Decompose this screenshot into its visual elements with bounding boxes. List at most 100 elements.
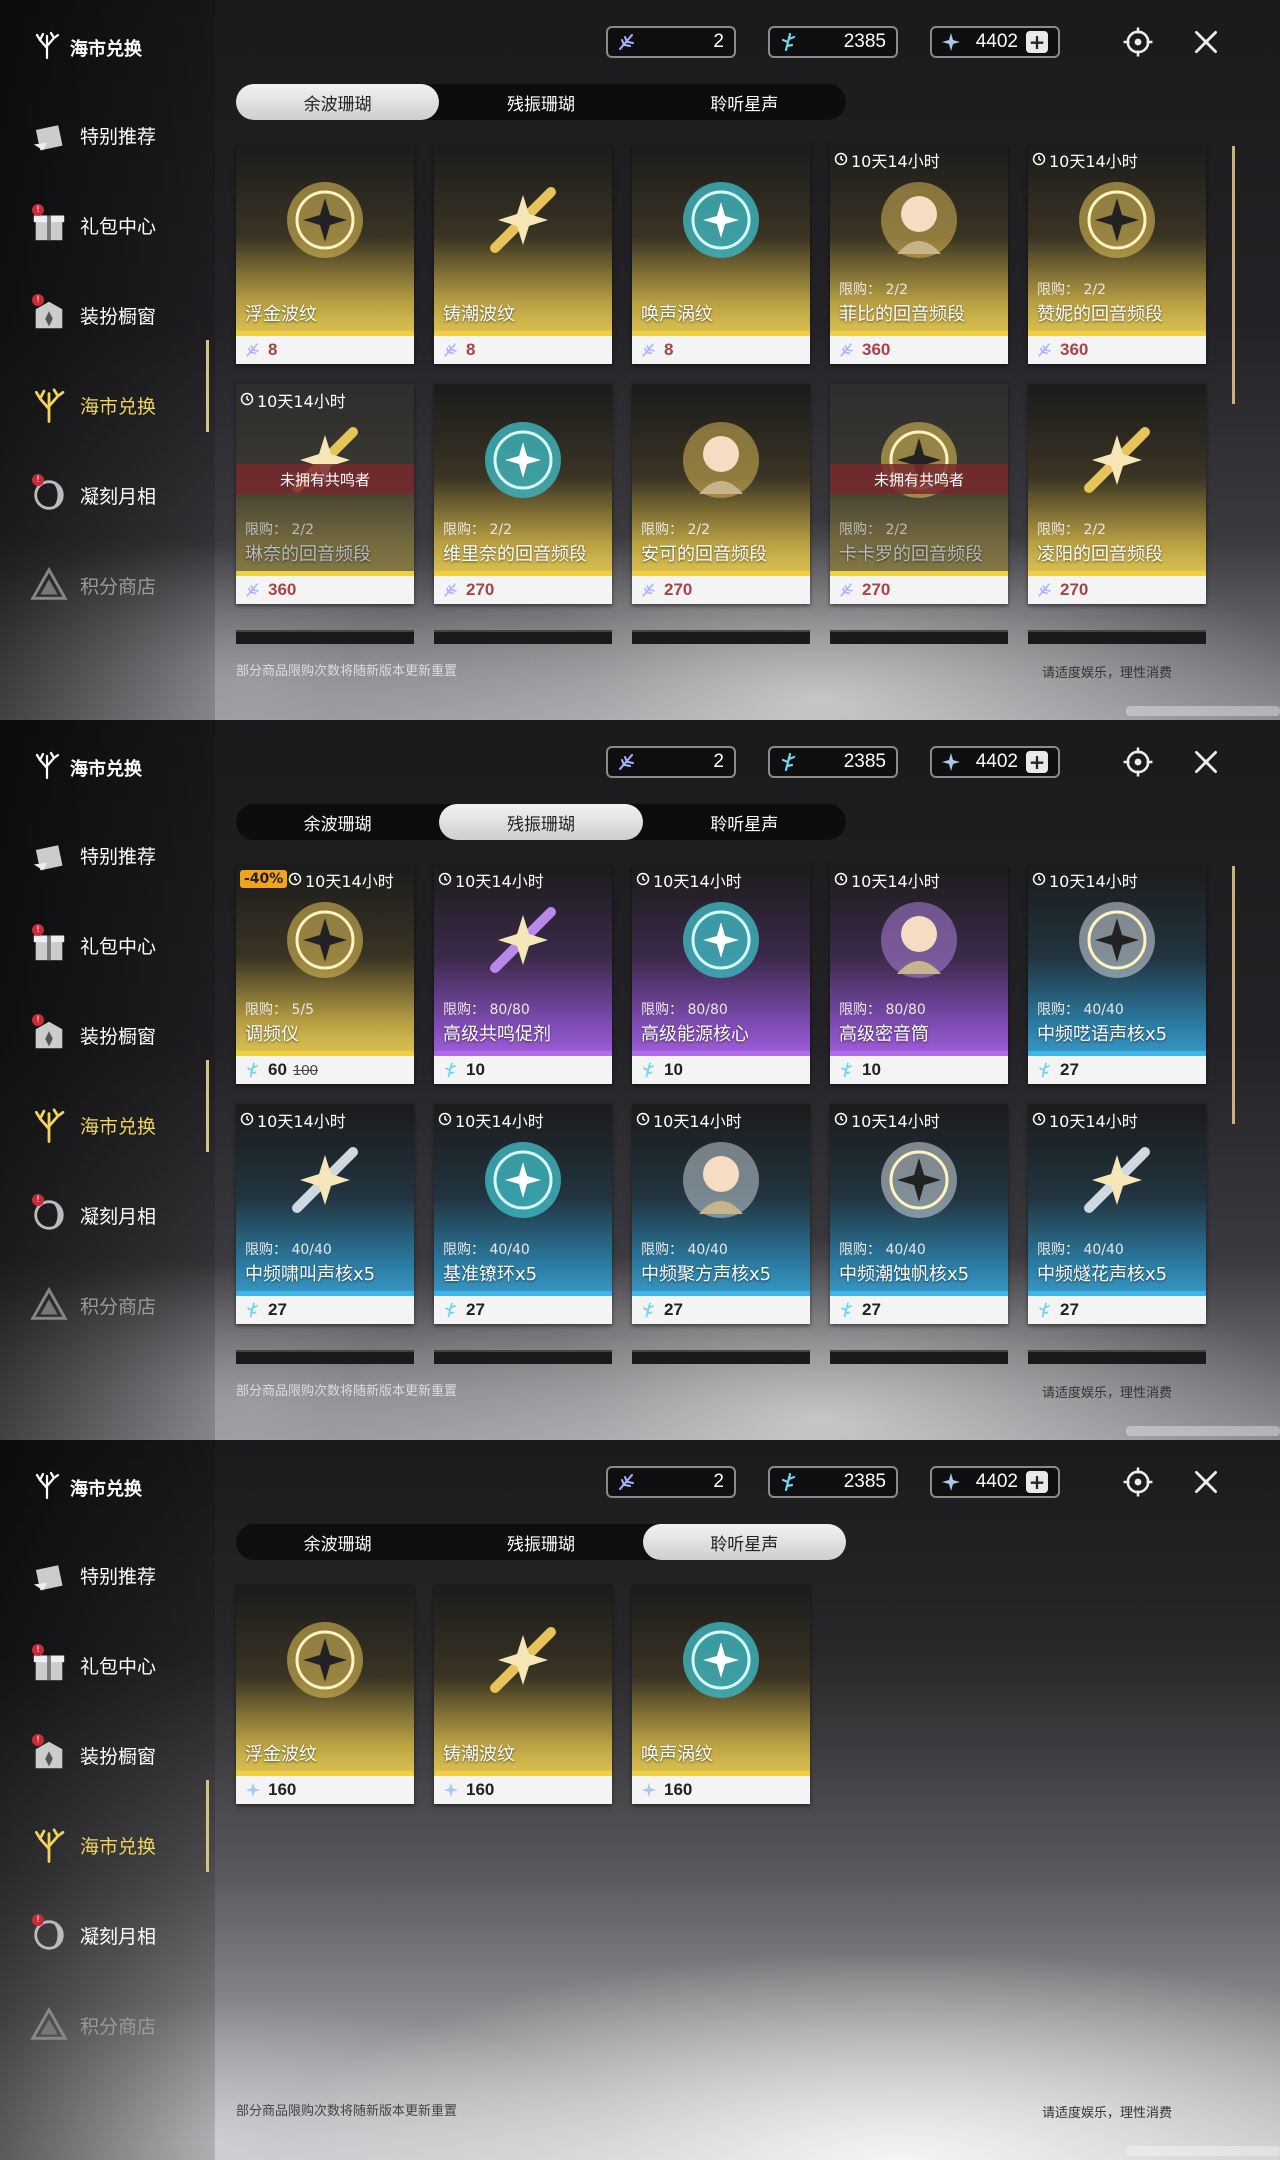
purchase-limit: 限购： 40/40 [641,1242,728,1258]
clock-icon [240,391,254,410]
tab[interactable]: 聆听星声 [643,804,846,840]
sidebar-item-label: 海市兑换 [80,395,157,418]
sidebar-item[interactable]: ! 礼包中心 [28,900,208,990]
sidebar-item[interactable]: 特别推荐 [28,810,208,900]
shop-item-card[interactable]: 限购： 2/2 安可的回音频段 270 [632,384,810,604]
sidebar-item[interactable]: 积分商店 [28,540,208,630]
item-name: 中频潮蚀帆核x5 [839,1264,970,1285]
tab[interactable]: 残振珊瑚 [439,84,642,120]
tab[interactable]: 聆听星声 [642,1524,846,1560]
item-grid: 浮金波纹 160 铸潮波纹 160 唤声涡纹 160 [236,1584,1216,1804]
locate-settings-icon[interactable] [1118,1462,1158,1502]
clock-icon [240,1111,254,1130]
shop-item-card[interactable]: 唤声涡纹 8 [632,144,810,364]
clock-icon [636,871,650,890]
item-name: 卡卡罗的回音频段 [839,544,983,565]
price-value: 270 [1060,580,1089,599]
item-image [671,410,771,510]
timer-text: 10天14小时 [455,872,544,891]
sidebar-item[interactable]: ! 装扮橱窗 [28,1710,208,1800]
close-icon[interactable] [1186,22,1226,62]
shop-item-card[interactable]: 10天14小时 限购： 40/40 中频聚方声核x5 27 [632,1104,810,1324]
tab[interactable]: 残振珊瑚 [439,804,643,840]
sidebar-item[interactable]: 积分商店 [28,1980,208,2070]
item-image [671,1610,771,1710]
shop-item-card[interactable]: 铸潮波纹 8 [434,144,612,364]
purchase-limit: 限购： 80/80 [641,1002,728,1018]
tab[interactable]: 余波珊瑚 [236,84,440,120]
shop-item-card[interactable]: 10天14小时 限购： 2/2 菲比的回音频段 360 [830,144,1008,364]
shop-item-card[interactable]: 10天14小时 未拥有共鸣者 限购： 2/2 琳奈的回音频段 360 [236,384,414,604]
gift-hand-icon [28,114,70,156]
timer-text: 10天14小时 [1049,1112,1138,1131]
sidebar-item[interactable]: 特别推荐 [28,1530,208,1620]
shop-item-card[interactable]: 10天14小时 限购： 40/40 中频呓语声核x5 27 [1028,864,1206,1084]
locate-settings-icon[interactable] [1118,22,1158,62]
price-value: 160 [268,1780,297,1799]
shop-item-card[interactable]: -40% 10天14小时 限购： 5/5 调频仪 60 100 [236,864,414,1084]
coral-feather-icon [244,341,262,359]
shop-panel: 海市兑换 2 2385 4402 + 特别推荐! 礼包中心! 装扮橱窗 海市兑换! 凝刻月相 积分商… [0,1440,1280,2160]
item-price: 360 [1028,336,1206,364]
shop-item-card[interactable]: 10天14小时 限购： 2/2 赞妮的回音频段 360 [1028,144,1206,364]
tab[interactable]: 残振珊瑚 [439,1524,642,1560]
tab[interactable]: 聆听星声 [643,84,846,120]
shop-item-card[interactable]: 10天14小时 限购： 40/40 基准镣环x5 27 [434,1104,612,1324]
tab[interactable]: 余波珊瑚 [236,804,439,840]
sidebar-item[interactable]: ! 装扮橱窗 [28,990,208,1080]
add-currency-button[interactable]: + [1026,31,1048,53]
coral-blue-icon [778,1471,800,1493]
sidebar-item[interactable]: ! 装扮橱窗 [28,270,208,360]
shop-item-card[interactable]: 10天14小时 限购： 80/80 高级密音筒 10 [830,864,1008,1084]
shop-item-card[interactable]: 浮金波纹 8 [236,144,414,364]
currency-display: 2 [606,746,736,778]
shop-item-card[interactable]: 限购： 2/2 凌阳的回音频段 270 [1028,384,1206,604]
timer: 10天14小时 [1032,868,1138,892]
timer: 10天14小时 [438,868,544,892]
shop-item-card[interactable]: 10天14小时 限购： 80/80 高级共鸣促剂 10 [434,864,612,1084]
sidebar-item-label: 装扮橱窗 [80,1025,157,1048]
sidebar-item[interactable]: 海市兑换 [28,1800,208,1890]
clock-icon [438,871,452,890]
coral-feather-icon [616,751,638,773]
sidebar-item-label: 礼包中心 [80,935,157,958]
shop-item-card[interactable]: 10天14小时 限购： 80/80 高级能源核心 10 [632,864,810,1084]
item-price: 8 [434,336,612,364]
add-currency-button[interactable]: + [1026,1471,1048,1493]
shop-item-card[interactable]: 唤声涡纹 160 [632,1584,810,1804]
shop-item-card[interactable]: 未拥有共鸣者 限购： 2/2 卡卡罗的回音频段 270 [830,384,1008,604]
currency-value: 2385 [843,751,886,772]
scrollbar[interactable] [1232,146,1235,404]
item-price: 8 [632,336,810,364]
timer: 10天14小时 [834,1108,940,1132]
scrollbar[interactable] [1232,866,1235,1124]
sidebar-item[interactable]: ! 礼包中心 [28,1620,208,1710]
sidebar-item[interactable]: 特别推荐 [28,90,208,180]
shop-item-card[interactable]: 限购： 2/2 维里奈的回音频段 270 [434,384,612,604]
sidebar-item[interactable]: ! 凝刻月相 [28,1890,208,1980]
notification-badge: ! [32,924,44,936]
sidebar-item[interactable]: 积分商店 [28,1260,208,1350]
shop-item-card[interactable]: 浮金波纹 160 [236,1584,414,1804]
footer-right: 请适度娱乐，理性消费 [1042,2106,1173,2121]
sidebar-item[interactable]: ! 凝刻月相 [28,450,208,540]
locate-settings-icon[interactable] [1118,742,1158,782]
timer-text: 10天14小时 [1049,152,1138,171]
shop-item-card[interactable]: 10天14小时 限购： 40/40 中频潮蚀帆核x5 27 [830,1104,1008,1324]
close-icon[interactable] [1186,1462,1226,1502]
shop-item-card[interactable]: 10天14小时 限购： 40/40 中频啸叫声核x5 27 [236,1104,414,1324]
close-icon[interactable] [1186,742,1226,782]
coral-feather-icon [838,581,856,599]
sidebar-item[interactable]: 海市兑换 [28,360,208,450]
tab[interactable]: 余波珊瑚 [236,1524,439,1560]
shop-item-card[interactable]: 铸潮波纹 160 [434,1584,612,1804]
sidebar-item[interactable]: ! 凝刻月相 [28,1170,208,1260]
star-sound-icon [640,1781,658,1799]
add-currency-button[interactable]: + [1026,751,1048,773]
item-name: 唤声涡纹 [641,1744,713,1765]
shop-item-card[interactable]: 10天14小时 限购： 40/40 中频燧花声核x5 27 [1028,1104,1206,1324]
currency-bar: 2 2385 4402 + [606,26,1060,58]
sidebar-item-label: 凝刻月相 [80,485,157,508]
sidebar-item[interactable]: 海市兑换 [28,1080,208,1170]
sidebar-item[interactable]: ! 礼包中心 [28,180,208,270]
